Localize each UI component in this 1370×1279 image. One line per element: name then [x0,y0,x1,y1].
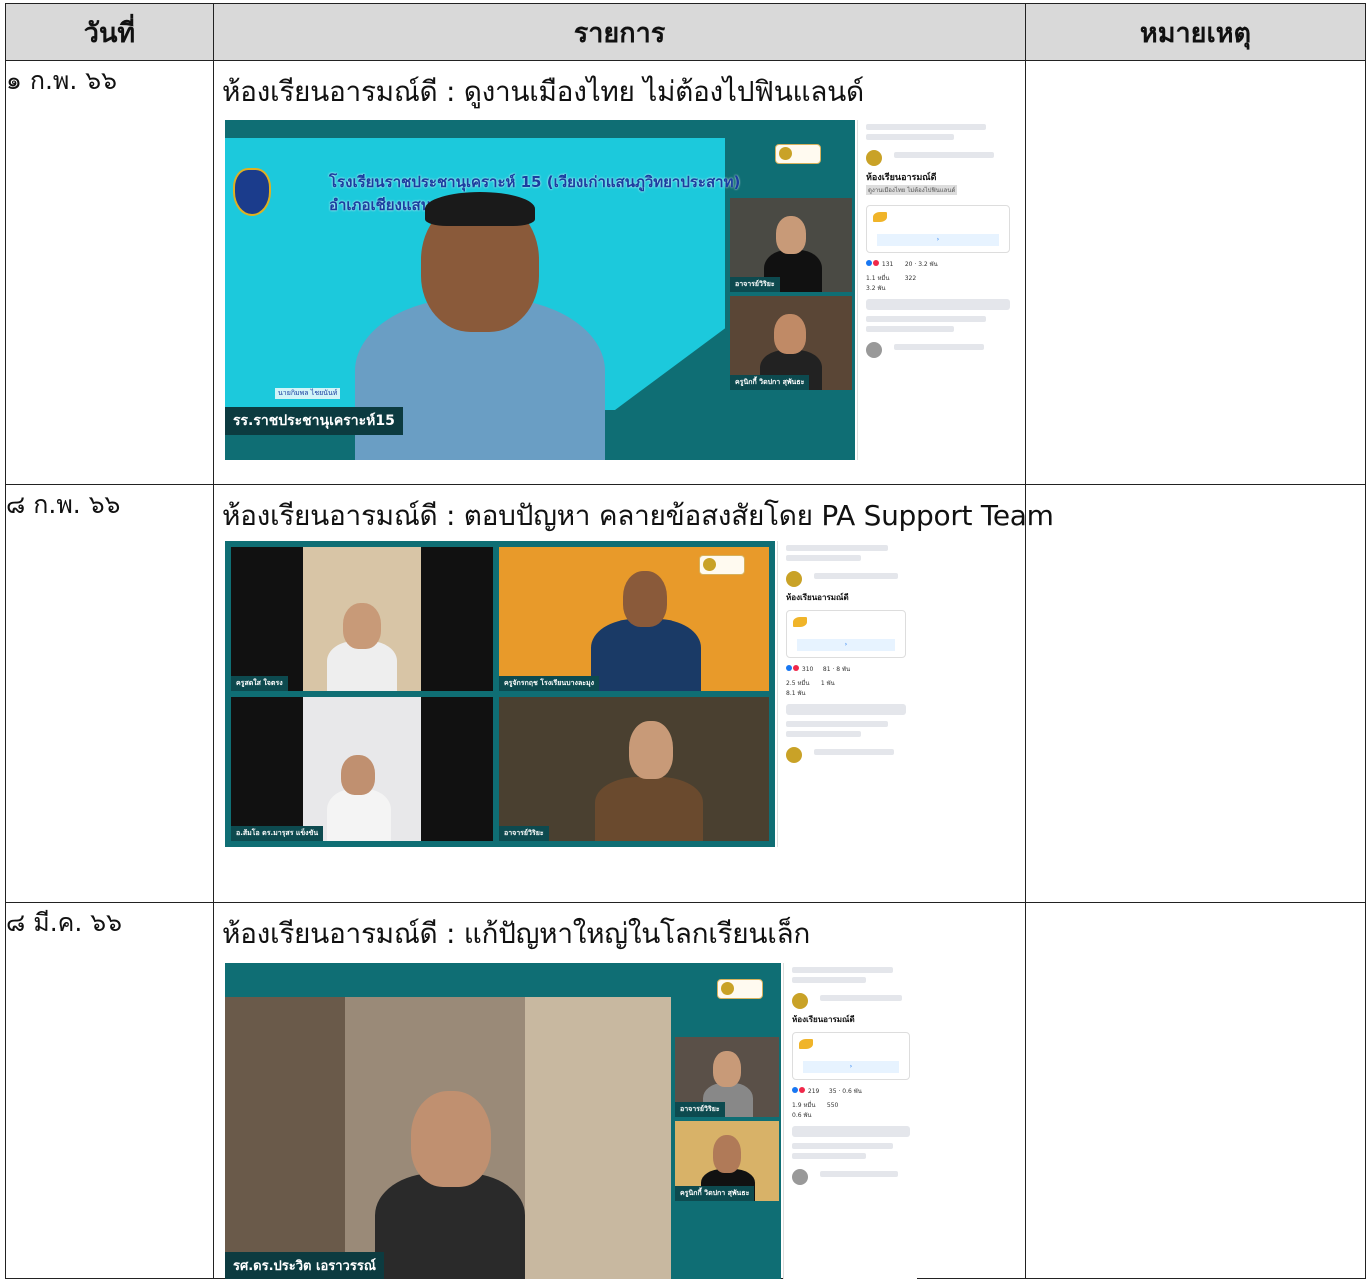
main-video-label: รร.ราชประชานุเคราะห์15 [225,407,403,435]
row-note [1025,60,1366,485]
table-row: ๘ ก.พ. ๖๖ ห้องเรียนอารมณ์ดี : ตอบปัญหา ค… [5,484,1366,903]
fb-card-button[interactable]: › [877,234,999,246]
brand-logo [717,979,763,999]
facebook-post-panel: ห้องเรียนอารมณ์ดี ดูงานเมืองไทย ไม่ต้องไ… [857,120,1017,460]
row-date: ๑ ก.พ. ๖๖ [5,60,214,485]
header-date: วันที่ [5,3,214,61]
participant-name: ครูสดใส ใจตรง [231,676,288,691]
livestream-screenshot: ครูสดใส ใจตรง ครูจักรกฤช โรงเรียนบางละมุ… [225,541,913,847]
table-header-row: วันที่ รายการ หมายเหตุ [5,3,1366,61]
fb-insight-stats: 1.9 หมื่น 550 0.6 พัน [792,1102,839,1119]
row-title: ห้องเรียนอารมณ์ดี : แก้ปัญหาใหญ่ในโลกเรี… [222,917,811,950]
participant-tile-1: อาจารย์วิริยะ [730,198,852,292]
video-stage: รศ.ดร.ประวิต เอราวรรณ์ อาจารย์วิริยะ ครู… [225,963,781,1279]
row-item: ห้องเรียนอารมณ์ดี : ตอบปัญหา คลายข้อสงสั… [213,484,1054,903]
fb-reactions-row: 310 81 · 8 พัน [786,664,906,674]
video-stage: ครูสดใส ใจตรง ครูจักรกฤช โรงเรียนบางละมุ… [225,541,775,847]
participant-tile-1: ครูสดใส ใจตรง [231,547,493,691]
livestream-screenshot: รศ.ดร.ประวิต เอราวรรณ์ อาจารย์วิริยะ ครู… [225,963,917,1279]
participant-tile-2: ครูจักรกฤช โรงเรียนบางละมุง [499,547,769,691]
row-note [1025,484,1366,903]
brand-logo [775,144,821,164]
participant-name: ครูนิกกี้ วิดปกา สุพันธะ [675,1186,755,1201]
fb-subtitle: ดูงานเมืองไทย ไม่ต้องไปฟินแลนด์ [866,185,958,195]
banner-line-1: โรงเรียนราชประชานุเคราะห์ 15 (เวียงเก่าแ… [329,173,741,191]
fb-insight-stats: 2.5 หมื่น 1 พัน 8.1 พัน [786,680,835,697]
school-emblem-icon [233,168,271,216]
participant-tile-2: ครูนิกกี้ วิดปกา สุพันธะ [730,296,852,390]
table-row: ๘ มี.ค. ๖๖ ห้องเรียนอารมณ์ดี : แก้ปัญหาใ… [5,902,1366,1279]
participant-name: ครูนิกกี้ วิดปกา สุพันธะ [730,375,810,390]
participant-tile-4: อาจารย์วิริยะ [499,697,769,841]
table-row: ๑ ก.พ. ๖๖ ห้องเรียนอารมณ์ดี : ดูงานเมือง… [5,60,1366,485]
fb-boost-button[interactable] [786,704,906,715]
row-title: ห้องเรียนอารมณ์ดี : ดูงานเมืองไทย ไม่ต้อ… [222,75,864,108]
main-video-label: รศ.ดร.ประวิต เอราวรรณ์ [225,1252,384,1279]
participant-tile-3: อ.ส้มโอ ดร.มารุสร แข็งขัน [231,697,493,841]
fb-reactions-row: 219 35 · 0.6 พัน [792,1086,910,1096]
participant-name: อาจารย์วิริยะ [675,1102,725,1117]
facebook-post-panel: ห้องเรียนอารมณ์ดี › 310 81 · 8 พัน 2.5 ห… [777,541,913,847]
fb-page-title: ห้องเรียนอารมณ์ดี [786,593,849,602]
fb-boost-button[interactable] [866,299,1010,310]
row-note [1025,902,1366,1279]
fb-card-button[interactable]: › [797,639,895,651]
video-stage: โรงเรียนราชประชานุเคราะห์ 15 (เวียงเก่าแ… [225,120,855,460]
row-title: ห้องเรียนอารมณ์ดี : ตอบปัญหา คลายข้อสงสั… [222,499,1054,532]
participant-name: อาจารย์วิริยะ [730,277,780,292]
row-item: ห้องเรียนอารมณ์ดี : ดูงานเมืองไทย ไม่ต้อ… [213,60,1026,485]
row-date: ๘ มี.ค. ๖๖ [5,902,214,1279]
main-speaker-video: รศ.ดร.ประวิต เอราวรรณ์ [225,997,671,1279]
participant-tile-2: ครูนิกกี้ วิดปกา สุพันธะ [675,1121,779,1201]
livestream-screenshot: โรงเรียนราชประชานุเคราะห์ 15 (เวียงเก่าแ… [225,120,1017,460]
row-item: ห้องเรียนอารมณ์ดี : แก้ปัญหาใหญ่ในโลกเรี… [213,902,1026,1279]
header-item: รายการ [213,3,1026,61]
participant-name: อ.ส้มโอ ดร.มารุสร แข็งขัน [231,826,324,841]
fb-page-title: ห้องเรียนอารมณ์ดี [792,1015,855,1024]
speaker-hair [425,192,535,226]
fb-insight-stats: 1.1 หมื่น 322 3.2 พัน [866,275,917,292]
participant-name: ครูจักรกฤช โรงเรียนบางละมุง [499,676,600,691]
participant-tile-1: อาจารย์วิริยะ [675,1037,779,1117]
fb-reactions-row: 131 20 · 3.2 พัน [866,259,1010,269]
fb-card-button[interactable]: › [803,1061,899,1073]
fb-boost-button[interactable] [792,1126,910,1137]
fb-page-title: ห้องเรียนอารมณ์ดี [866,173,937,183]
participant-name: อาจารย์วิริยะ [499,826,549,841]
header-note: หมายเหตุ [1025,3,1366,61]
activity-table: วันที่ รายการ หมายเหตุ ๑ ก.พ. ๖๖ ห้องเรี… [5,3,1366,1279]
row-date: ๘ ก.พ. ๖๖ [5,484,214,903]
speaker-caption: นายกิมพล ไชยนันท์ [275,388,341,399]
facebook-post-panel: ห้องเรียนอารมณ์ดี › 219 35 · 0.6 พัน 1.9… [783,963,917,1279]
